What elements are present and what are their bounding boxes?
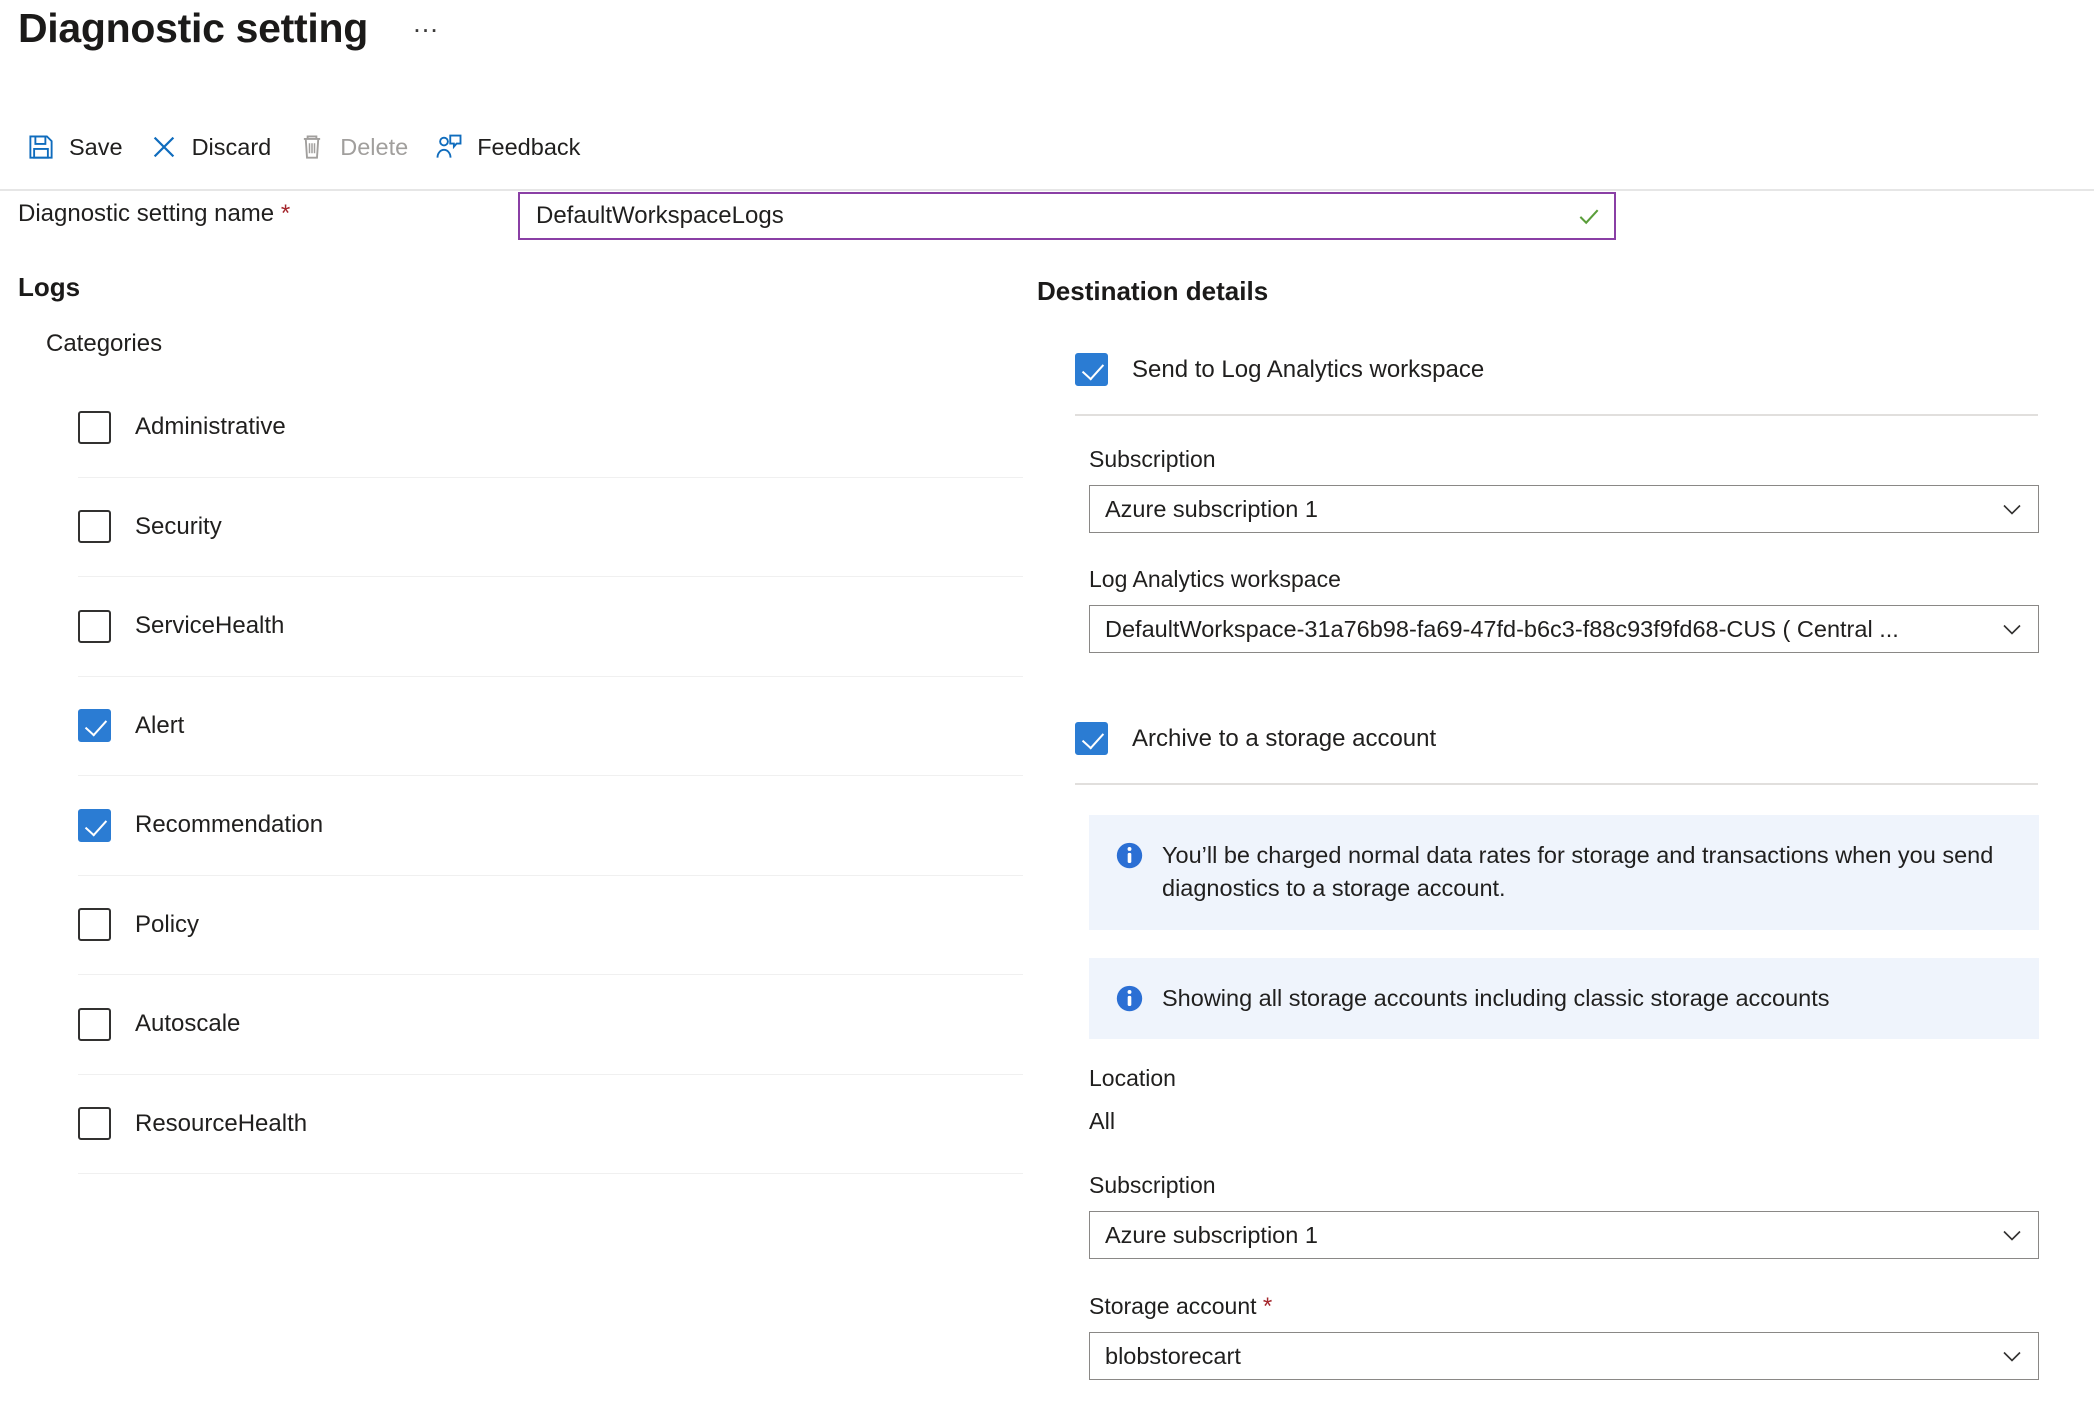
la-workspace-value: DefaultWorkspace-31a76b98-fa69-47fd-b6c3… (1105, 615, 1899, 642)
page-title: Diagnostic setting (18, 5, 368, 51)
discard-button[interactable]: Discard (145, 128, 294, 166)
storage-subscription-select[interactable]: Azure subscription 1 (1089, 1211, 2039, 1259)
category-row-autoscale[interactable]: Autoscale (78, 975, 1023, 1075)
category-checkbox-administrative[interactable] (78, 410, 111, 444)
feedback-person-icon (436, 134, 462, 158)
log-categories-list: Administrative Security ServiceHealth Al… (78, 378, 1023, 1174)
save-label: Save (69, 133, 123, 160)
categories-title: Categories (46, 330, 163, 357)
storage-rates-info-text: You’ll be charged normal data rates for … (1162, 842, 1994, 902)
category-row-security[interactable]: Security (78, 478, 1023, 577)
la-subscription-label: Subscription (1089, 446, 1216, 472)
diagnostic-setting-name-label: Diagnostic setting name * (18, 200, 290, 228)
feedback-button[interactable]: Feedback (430, 128, 602, 166)
category-row-policy[interactable]: Policy (78, 876, 1023, 975)
storage-subscription-value: Azure subscription 1 (1105, 1221, 1318, 1248)
send-to-log-analytics-row[interactable]: Send to Log Analytics workspace (1075, 353, 1484, 386)
log-analytics-divider (1075, 414, 2038, 416)
category-label: Policy (135, 910, 200, 938)
category-checkbox-recommendation[interactable] (78, 808, 111, 842)
info-icon (1116, 985, 1143, 1012)
save-button[interactable]: Save (22, 128, 145, 166)
save-icon (29, 135, 53, 159)
category-label: ResourceHealth (135, 1109, 308, 1137)
category-checkbox-alert[interactable] (78, 709, 111, 743)
command-bar: Save Discard Delete Feedback (22, 128, 602, 166)
category-row-recommendation[interactable]: Recommendation (78, 776, 1023, 876)
more-options-icon[interactable]: … (412, 10, 441, 47)
storage-rates-info-banner: You’ll be charged normal data rates for … (1089, 815, 2039, 930)
category-label: Security (135, 512, 222, 540)
category-label: Administrative (135, 413, 286, 441)
valid-check-icon (1579, 209, 1599, 225)
destination-details-title: Destination details (1037, 276, 1269, 306)
la-subscription-select[interactable]: Azure subscription 1 (1089, 485, 2039, 533)
location-label: Location (1089, 1065, 1176, 1091)
storage-divider (1075, 783, 2038, 785)
storage-account-label: Storage account * (1089, 1293, 1272, 1321)
la-subscription-value: Azure subscription 1 (1105, 495, 1318, 522)
la-workspace-label: Log Analytics workspace (1089, 566, 1341, 592)
category-label: Autoscale (135, 1010, 241, 1038)
archive-to-storage-row[interactable]: Archive to a storage account (1075, 722, 1436, 755)
storage-account-label-text: Storage account (1089, 1293, 1257, 1319)
required-asterisk: * (280, 200, 291, 227)
category-row-resourcehealth[interactable]: ResourceHealth (78, 1075, 1023, 1174)
storage-account-select[interactable]: blobstorecart (1089, 1332, 2039, 1380)
category-checkbox-autoscale[interactable] (78, 1007, 111, 1041)
category-checkbox-servicehealth[interactable] (78, 609, 111, 643)
info-icon (1116, 842, 1143, 869)
archive-to-storage-label: Archive to a storage account (1132, 724, 1437, 752)
category-checkbox-security[interactable] (78, 510, 111, 544)
delete-label: Delete (340, 133, 409, 160)
diagnostic-setting-name-input[interactable] (520, 194, 1614, 238)
delete-button: Delete (293, 128, 430, 166)
category-row-servicehealth[interactable]: ServiceHealth (78, 577, 1023, 677)
page-header: Diagnostic setting … (18, 8, 441, 49)
close-icon (153, 136, 174, 158)
logs-section-title: Logs (18, 272, 81, 302)
category-checkbox-policy[interactable] (78, 908, 111, 942)
classic-storage-info-banner: Showing all storage accounts including c… (1089, 958, 2039, 1040)
trash-icon (304, 135, 321, 159)
category-row-alert[interactable]: Alert (78, 677, 1023, 776)
archive-to-storage-checkbox[interactable] (1075, 722, 1108, 755)
chevron-down-icon (2003, 624, 2021, 635)
category-label: Alert (135, 711, 185, 739)
send-to-log-analytics-label: Send to Log Analytics workspace (1132, 355, 1485, 383)
chevron-down-icon (2003, 1351, 2021, 1362)
discard-label: Discard (191, 133, 272, 160)
location-value: All (1089, 1108, 1116, 1134)
category-label: ServiceHealth (135, 612, 285, 640)
diagnostic-setting-name-field[interactable] (518, 192, 1616, 240)
send-to-log-analytics-checkbox[interactable] (1075, 353, 1108, 386)
storage-subscription-label: Subscription (1089, 1172, 1216, 1198)
classic-storage-info-text: Showing all storage accounts including c… (1162, 985, 1830, 1011)
category-row-administrative[interactable]: Administrative (78, 378, 1023, 478)
toolbar-divider (0, 189, 2094, 191)
feedback-label: Feedback (477, 133, 581, 160)
category-label: Recommendation (135, 811, 324, 839)
name-label-text: Diagnostic setting name (18, 200, 275, 227)
required-asterisk: * (1262, 1293, 1273, 1320)
chevron-down-icon (2003, 1230, 2021, 1241)
la-workspace-select[interactable]: DefaultWorkspace-31a76b98-fa69-47fd-b6c3… (1089, 605, 2039, 653)
category-checkbox-resourcehealth[interactable] (78, 1107, 111, 1141)
diagnostic-setting-page: Diagnostic setting … Save Discard Delete (0, 0, 2094, 1402)
storage-account-value: blobstorecart (1105, 1342, 1241, 1369)
chevron-down-icon (2003, 504, 2021, 515)
